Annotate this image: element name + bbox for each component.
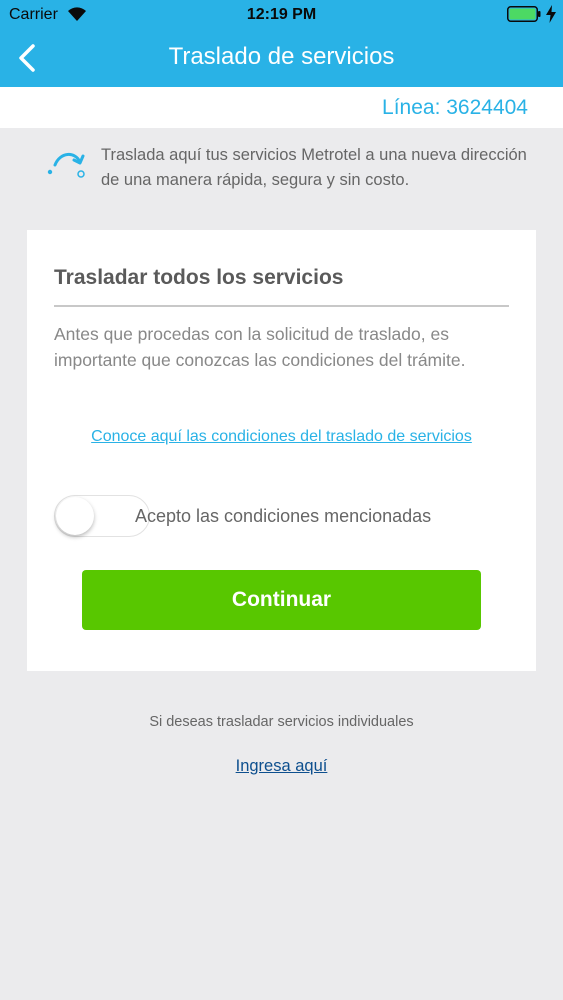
nav-bar: Traslado de servicios (0, 30, 563, 87)
toggle-knob (56, 497, 94, 535)
accept-conditions-label: Acepto las condiciones mencionadas (135, 506, 432, 526)
individual-services-text: Si deseas trasladar servicios individual… (149, 714, 414, 730)
card-description: Antes que procedas con la solicitud de t… (54, 324, 466, 370)
card-divider (54, 305, 509, 307)
battery-icon (507, 6, 541, 22)
transfer-all-card: Trasladar todos los servicios Antes que … (27, 230, 536, 671)
intro-text: Traslada aquí tus servicios Metrotel a u… (101, 146, 527, 189)
conditions-link[interactable]: Conoce aquí las condiciones del traslado… (27, 428, 536, 446)
card-title: Trasladar todos los servicios (54, 266, 344, 289)
status-time: 12:19 PM (246, 6, 317, 23)
page-title: Traslado de servicios (168, 43, 395, 70)
charging-bolt-icon (546, 5, 556, 23)
line-number-label: Línea: 3624404 (382, 96, 528, 119)
continue-button[interactable]: Continuar (82, 570, 481, 630)
move-arrow-icon (47, 153, 85, 178)
status-bar: Carrier 12:19 PM (0, 0, 563, 30)
line-number-row: Línea: 3624404 (0, 87, 563, 128)
ingresa-aqui-link[interactable]: Ingresa aquí (0, 757, 563, 776)
